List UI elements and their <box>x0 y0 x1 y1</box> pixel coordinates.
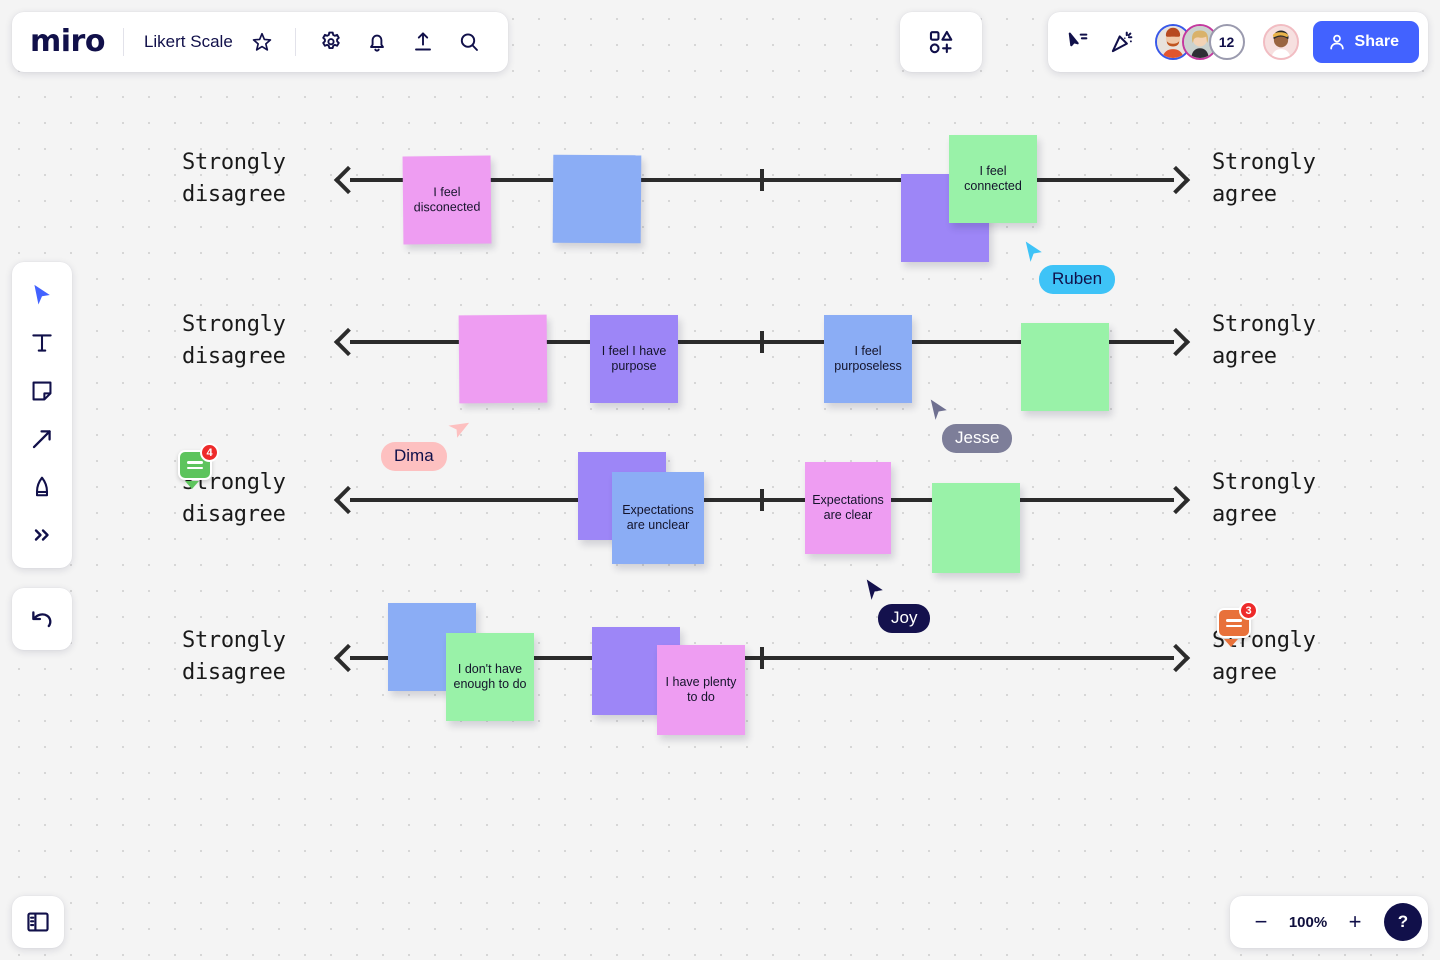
panel-toggle-button[interactable] <box>12 896 64 948</box>
help-button[interactable]: ? <box>1384 903 1422 941</box>
axis-arrow-left-icon <box>333 165 363 195</box>
row-2-left-label: Strongly disagree <box>182 312 286 369</box>
current-user-avatar[interactable] <box>1262 24 1299 60</box>
row-4-left-label: Strongly disagree <box>182 628 286 685</box>
cursor-chat-icon[interactable] <box>1057 21 1099 63</box>
overflow-count-label: 12 <box>1218 34 1235 50</box>
comment-count-badge: 3 <box>1239 601 1258 620</box>
sticky-note[interactable]: I feel disconected <box>402 155 492 245</box>
comment-pin-green[interactable]: 4 <box>178 443 219 489</box>
cursor-name-label: Jesse <box>942 424 1013 453</box>
sticky-note[interactable] <box>932 483 1020 573</box>
settings-gear-icon[interactable] <box>310 21 352 63</box>
cursor-pointer-icon <box>1023 240 1045 264</box>
axis-arrow-left-icon <box>333 327 363 357</box>
comment-tail <box>185 481 199 489</box>
sticky-note[interactable] <box>552 154 642 244</box>
text-tool[interactable] <box>19 320 65 366</box>
axis-arrow-right-icon <box>1161 327 1191 357</box>
share-button[interactable]: Share <box>1312 21 1419 63</box>
cursor-pointer-icon <box>928 398 950 422</box>
undo-panel <box>12 588 72 650</box>
zoom-out-button[interactable]: − <box>1244 905 1278 939</box>
sticky-note[interactable]: I feel purposeless <box>824 315 912 403</box>
axis-arrow-right-icon <box>1161 165 1191 195</box>
cursor-name-label: Joy <box>878 604 931 633</box>
board-canvas[interactable]: Strongly disagree Strongly agree I feel di… <box>0 0 1440 960</box>
undo-button[interactable] <box>19 596 65 642</box>
upload-icon[interactable] <box>402 21 444 63</box>
axis-center-tick <box>760 647 764 669</box>
cursor-pointer-icon <box>445 418 471 442</box>
axis-center-tick <box>760 331 764 353</box>
zoom-in-button[interactable]: + <box>1338 905 1372 939</box>
top-left-toolbar: miro Likert Scale <box>12 12 508 72</box>
star-icon[interactable] <box>241 21 283 63</box>
pen-tool[interactable] <box>19 464 65 510</box>
collaborator-avatars[interactable]: 12 <box>1154 24 1245 60</box>
row-1-left-label: Strongly disagree <box>182 150 286 207</box>
row-3-axis[interactable] <box>333 477 1191 523</box>
board-title[interactable]: Likert Scale <box>124 32 241 52</box>
cursor-name-label: Ruben <box>1039 265 1116 294</box>
shapes-panel[interactable] <box>900 12 982 72</box>
search-icon[interactable] <box>448 21 490 63</box>
axis-arrow-left-icon <box>333 485 363 515</box>
sticky-note[interactable]: I feel connected <box>949 135 1037 223</box>
zoom-level-label[interactable]: 100% <box>1284 914 1332 931</box>
axis-center-tick <box>760 169 764 191</box>
row-3-right-label: Strongly agree <box>1212 470 1316 527</box>
collaborators-overflow-count[interactable]: 12 <box>1208 24 1245 60</box>
shapes-templates-icon[interactable] <box>920 21 962 63</box>
axis-arrow-right-icon <box>1161 643 1191 673</box>
axis-arrow-left-icon <box>333 643 363 673</box>
top-right-toolbar: 12 Share <box>1047 12 1428 72</box>
miro-logo[interactable]: miro <box>30 27 123 57</box>
cursor-pointer-icon <box>864 578 886 602</box>
share-label: Share <box>1354 33 1399 50</box>
select-tool[interactable] <box>19 272 65 318</box>
sticky-note[interactable]: I have plenty to do <box>657 645 745 735</box>
cursor-name-label: Dima <box>381 442 447 471</box>
comment-tail <box>1224 639 1238 647</box>
more-tools[interactable] <box>19 512 65 558</box>
sticky-note[interactable]: Expectations are unclear <box>612 472 704 564</box>
sticky-note[interactable] <box>458 314 548 404</box>
row-1-right-label: Strongly agree <box>1212 150 1316 207</box>
party-popper-icon[interactable] <box>1101 21 1143 63</box>
sticky-note[interactable]: Expectations are clear <box>805 462 891 554</box>
row-2-right-label: Strongly agree <box>1212 312 1316 369</box>
comment-count-badge: 4 <box>200 443 219 462</box>
sticky-note[interactable] <box>1021 323 1109 411</box>
axis-arrow-right-icon <box>1161 485 1191 515</box>
connector-tool[interactable] <box>19 416 65 462</box>
left-toolbar <box>12 262 72 568</box>
sticky-note[interactable]: I don't have enough to do <box>446 633 534 721</box>
sticky-note[interactable]: I feel I have purpose <box>590 315 678 403</box>
zoom-controls: − 100% + ? <box>1230 896 1428 948</box>
sticky-note-tool[interactable] <box>19 368 65 414</box>
comment-pin-orange[interactable]: 3 <box>1217 601 1258 647</box>
notifications-bell-icon[interactable] <box>356 21 398 63</box>
axis-center-tick <box>760 489 764 511</box>
